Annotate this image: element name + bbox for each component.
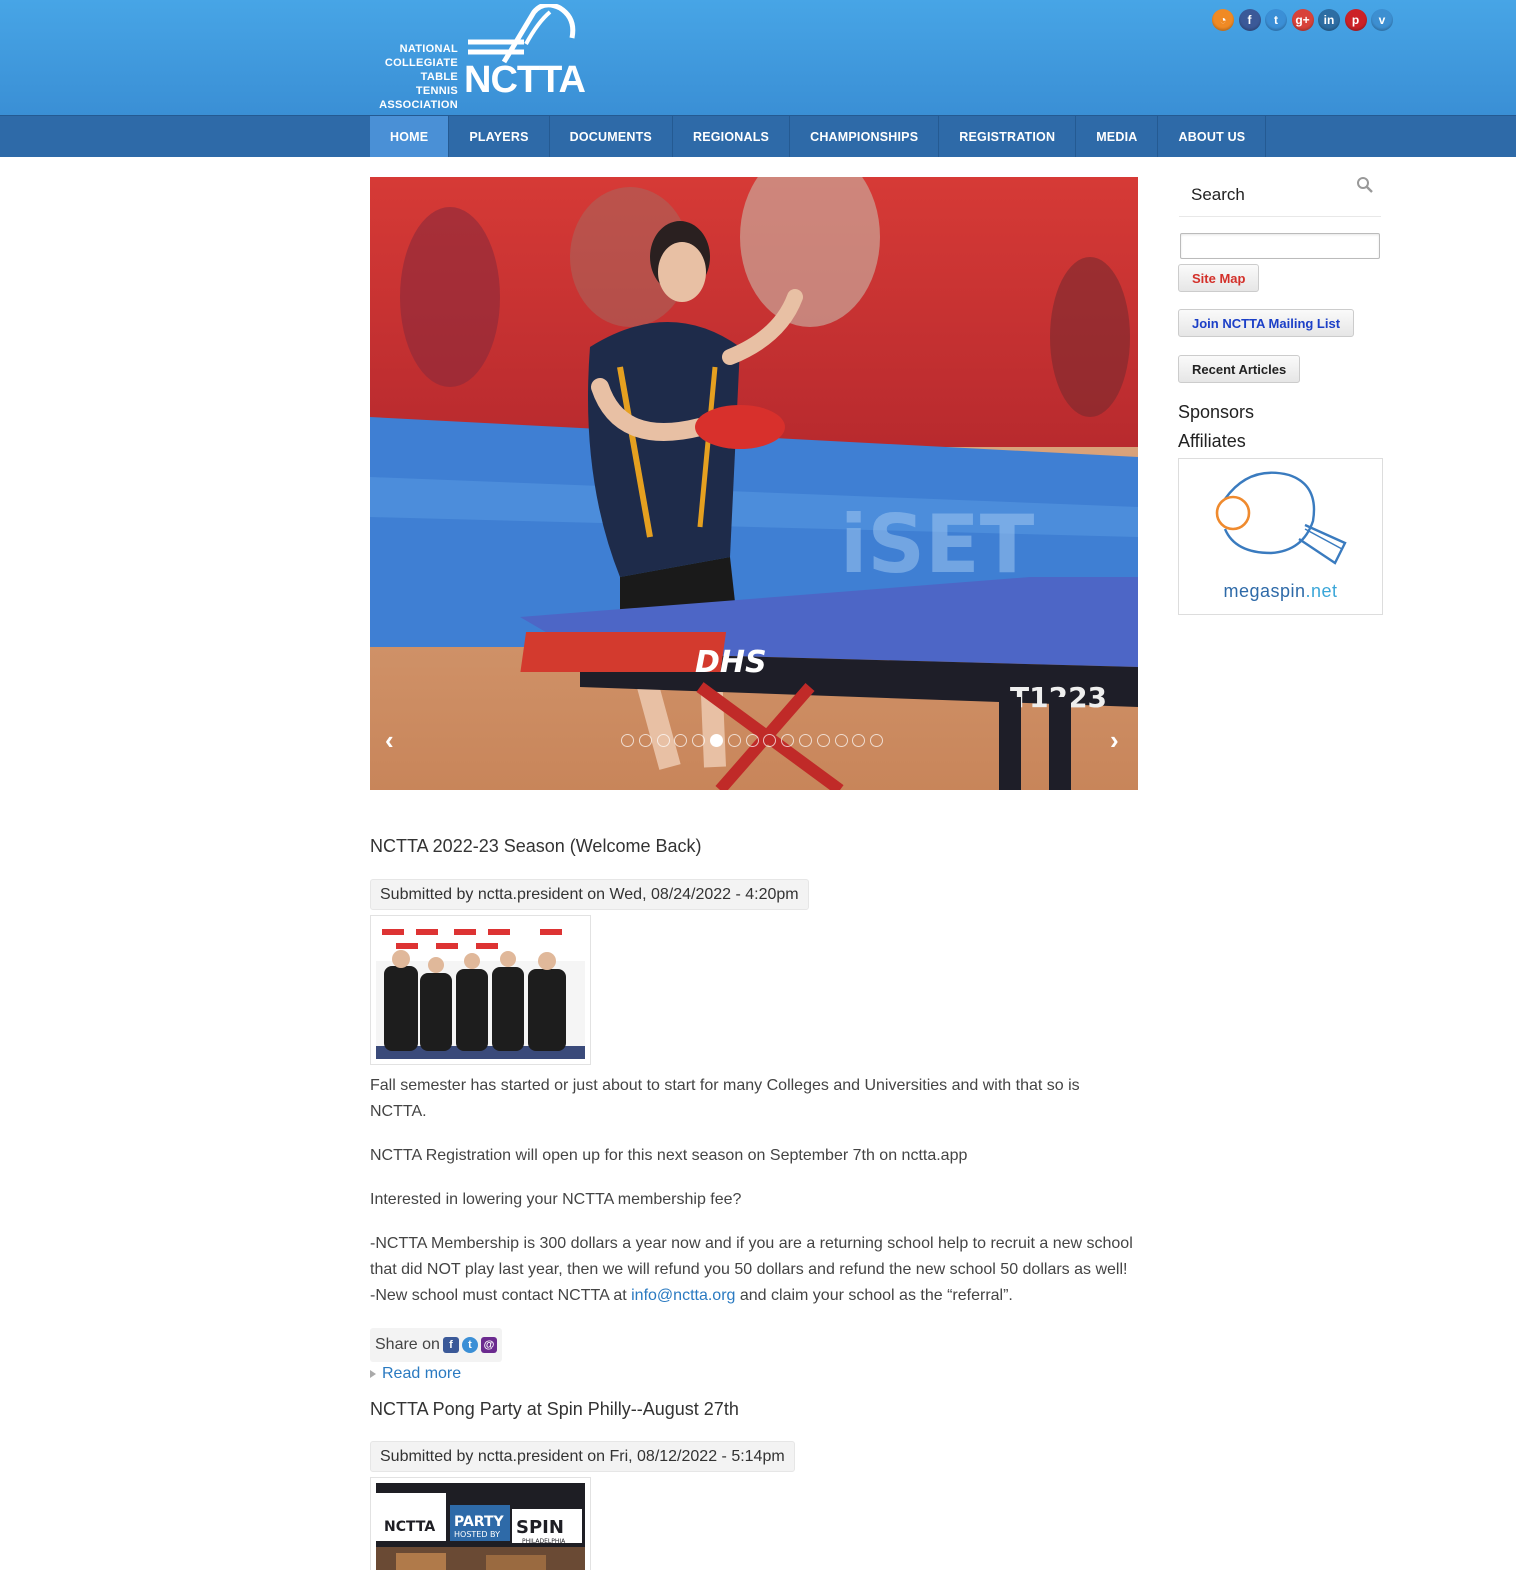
- article-submitted-meta: Submitted by nctta.president on Wed, 08/…: [370, 879, 809, 910]
- slide-dot[interactable]: [816, 734, 830, 747]
- slide-dot[interactable]: [727, 734, 741, 747]
- megaspin-paddle-icon: [1215, 471, 1347, 565]
- hero-slideshow: iSET DHS T1223: [370, 177, 1138, 790]
- article-paragraph: Interested in lowering your NCTTA member…: [370, 1191, 742, 1208]
- linkedin-icon[interactable]: in: [1318, 9, 1340, 31]
- social-links: ◔ f t g+ in p v: [1212, 9, 1393, 31]
- article-thumbnail[interactable]: [370, 915, 591, 1065]
- search-title: Search: [1191, 185, 1245, 204]
- article-title[interactable]: NCTTA 2022-23 Season (Welcome Back): [370, 836, 701, 857]
- membership-text: -NCTTA Membership is 300 dollars a year …: [370, 1235, 1133, 1278]
- paddle-mark-icon: [468, 4, 576, 64]
- flyer-hosted-text: HOSTED BY: [454, 1530, 500, 1539]
- table-brand-text: DHS: [695, 645, 767, 680]
- affiliates-heading: Affiliates: [1178, 431, 1246, 451]
- search-icon[interactable]: [1356, 176, 1374, 194]
- slide-photo: iSET DHS T1223: [370, 177, 1138, 790]
- nav-item-documents[interactable]: DOCUMENTS: [550, 116, 673, 157]
- slide-dot[interactable]: [656, 734, 670, 747]
- team-photo: [376, 921, 585, 1059]
- twitter-icon[interactable]: t: [1265, 9, 1287, 31]
- triangle-bullet-icon: [370, 1370, 376, 1378]
- googleplus-icon[interactable]: g+: [1291, 9, 1314, 31]
- share-twitter-icon[interactable]: t: [461, 1337, 478, 1353]
- slide-dot[interactable]: [692, 734, 706, 747]
- nav-item-championships[interactable]: CHAMPIONSHIPS: [790, 116, 940, 157]
- nctta-logo[interactable]: NATIONAL COLLEGIATE TABLE TENNIS ASSOCIA…: [378, 4, 588, 111]
- flyer-spin-text: SPIN: [516, 1517, 564, 1538]
- slide-dot[interactable]: [674, 734, 688, 747]
- slide-dot[interactable]: [763, 734, 777, 747]
- nav-item-registration[interactable]: REGISTRATION: [939, 116, 1077, 157]
- article-title[interactable]: NCTTA Pong Party at Spin Philly--August …: [370, 1399, 739, 1420]
- divider: [1179, 216, 1381, 217]
- recent-articles-button[interactable]: Recent Articles: [1178, 355, 1301, 383]
- slider-prev-arrow[interactable]: ‹: [385, 725, 394, 756]
- facebook-icon[interactable]: f: [1238, 9, 1261, 31]
- article-paragraph: -NCTTA Membership is 300 dollars a year …: [370, 1235, 1133, 1304]
- site-map-button[interactable]: Site Map: [1178, 264, 1260, 292]
- article-paragraph: Fall semester has started or just about …: [370, 1077, 1080, 1120]
- megaspin-sponsor[interactable]: megaspin.net: [1178, 458, 1383, 615]
- slider-next-arrow[interactable]: ›: [1110, 725, 1119, 756]
- logo-wordmark: NCTTA: [464, 59, 586, 101]
- logo-tagline: NATIONAL COLLEGIATE TABLE TENNIS ASSOCIA…: [379, 43, 458, 111]
- slide-dot[interactable]: [870, 734, 884, 747]
- slide-dot[interactable]: [745, 734, 759, 747]
- nav-item-regionals[interactable]: REGIONALS: [673, 116, 791, 157]
- search-input[interactable]: [1180, 233, 1380, 259]
- megaspin-label: megaspin.net: [1223, 581, 1338, 601]
- share-email-icon[interactable]: @: [480, 1337, 497, 1353]
- email-link[interactable]: info@nctta.org: [631, 1287, 735, 1304]
- nav-item-home[interactable]: HOME: [370, 116, 450, 157]
- share-label: Share on: [375, 1336, 440, 1353]
- article-thumbnail[interactable]: NCTTA PARTY HOSTED BY SPIN PHILADELPHIA: [370, 1477, 591, 1570]
- nav-item-media[interactable]: MEDIA: [1076, 116, 1159, 157]
- flyer-city-text: PHILADELPHIA: [522, 1538, 566, 1545]
- flyer-logo-text: NCTTA: [384, 1519, 435, 1535]
- share-bar: Share on f t @: [370, 1328, 502, 1362]
- flyer-party-text: PARTY: [454, 1514, 505, 1530]
- main-navigation: HOME PLAYERS DOCUMENTS REGIONALS CHAMPIONSHI…: [0, 115, 1516, 157]
- party-flyer-image: NCTTA PARTY HOSTED BY SPIN PHILADELPHIA: [376, 1483, 585, 1570]
- nav-item-about-us[interactable]: ABOUT US: [1158, 116, 1267, 157]
- slide-dot[interactable]: [834, 734, 848, 747]
- pinterest-icon[interactable]: p: [1344, 9, 1367, 31]
- slide-dot[interactable]: [781, 734, 795, 747]
- slide-dot[interactable]: [638, 734, 652, 747]
- slide-dot[interactable]: [798, 734, 812, 747]
- nav-item-players[interactable]: PLAYERS: [449, 116, 550, 157]
- share-facebook-icon[interactable]: f: [442, 1337, 459, 1353]
- banner-text: iSET: [840, 498, 1035, 591]
- vimeo-icon[interactable]: v: [1371, 9, 1393, 31]
- slide-dot[interactable]: [709, 734, 723, 747]
- article-submitted-meta: Submitted by nctta.president on Fri, 08/…: [370, 1441, 795, 1472]
- slide-dot[interactable]: [852, 734, 866, 747]
- slide-indicators: [621, 734, 884, 747]
- mailing-list-button[interactable]: Join NCTTA Mailing List: [1178, 309, 1355, 337]
- site-header: NATIONAL COLLEGIATE TABLE TENNIS ASSOCIA…: [0, 0, 1516, 115]
- article-paragraph: NCTTA Registration will open up for this…: [370, 1147, 968, 1164]
- sponsors-heading: Sponsors: [1178, 402, 1255, 422]
- slide-dot[interactable]: [621, 734, 634, 747]
- rss-icon[interactable]: ◔: [1212, 9, 1234, 31]
- read-more-link[interactable]: Read more: [370, 1365, 461, 1383]
